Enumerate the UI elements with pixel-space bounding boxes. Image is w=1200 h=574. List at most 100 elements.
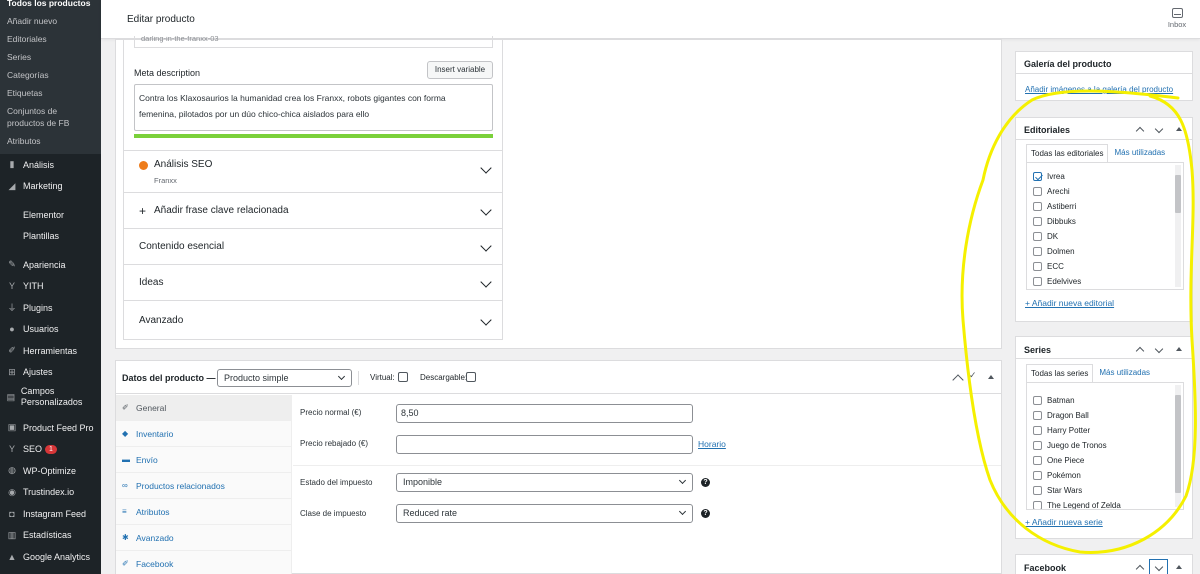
toggle-panel-icon[interactable] xyxy=(1176,127,1182,131)
series-option[interactable]: Harry Potter xyxy=(1027,423,1183,438)
sidebar-item-trustindex-io[interactable]: ◉ Trustindex.io xyxy=(0,482,101,504)
chevron-up-icon[interactable] xyxy=(1135,346,1145,356)
inbox-button[interactable]: Inbox xyxy=(1166,8,1188,29)
submenu-all-products[interactable]: Todos los productos xyxy=(0,0,101,12)
sidebar-item-ajustes[interactable]: ⊞ Ajustes xyxy=(0,362,101,384)
virtual-checkbox[interactable] xyxy=(398,372,408,382)
series-option[interactable]: Juego de Tronos xyxy=(1027,438,1183,453)
sidebar-item-apariencia[interactable]: ✎ Apariencia xyxy=(0,254,101,276)
series-option[interactable]: Batman xyxy=(1027,393,1183,408)
related-keyphrase-section[interactable]: + Añadir frase clave relacionada xyxy=(124,192,502,228)
advanced-section[interactable]: Avanzado xyxy=(124,300,502,340)
insert-variable-button[interactable]: Insert variable xyxy=(427,61,493,79)
checkbox[interactable] xyxy=(1033,396,1042,405)
add-series-link[interactable]: + Añadir nueva serie xyxy=(1025,517,1103,527)
tax-class-select[interactable]: Reduced rate xyxy=(396,504,693,523)
tab-avanzado[interactable]: ✱ Avanzado xyxy=(116,525,291,551)
sidebar-item-plugins[interactable]: ⏚ Plugins xyxy=(0,297,101,319)
product-type-select[interactable]: Producto simple xyxy=(217,369,352,387)
editoriales-option[interactable]: Dolmen xyxy=(1027,244,1183,259)
editoriales-option[interactable]: Arechi xyxy=(1027,184,1183,199)
checkbox[interactable] xyxy=(1033,277,1042,286)
tab-general[interactable]: ✐ General xyxy=(116,395,291,421)
sidebar-item-wp-optimize[interactable]: ◍ WP-Optimize xyxy=(0,460,101,482)
series-option[interactable]: Star Wars xyxy=(1027,483,1183,498)
checkbox[interactable] xyxy=(1033,471,1042,480)
submenu-editoriales[interactable]: Editoriales xyxy=(0,30,101,48)
sidebar-item-product-feed-pro[interactable]: ▣ Product Feed Pro xyxy=(0,417,101,439)
regular-price-input[interactable]: 8,50 xyxy=(396,404,693,423)
sidebar-item-marketing[interactable]: ◢ Marketing xyxy=(0,176,101,198)
checkbox[interactable] xyxy=(1033,501,1042,509)
submenu-add-new[interactable]: Añadir nuevo xyxy=(0,12,101,30)
tab-env-o[interactable]: ▬ Envío xyxy=(116,447,291,473)
editoriales-option[interactable]: Dibbuks xyxy=(1027,214,1183,229)
sidebar-item-plantillas[interactable]: Plantillas xyxy=(0,226,101,248)
tax-status-select[interactable]: Imponible xyxy=(396,473,693,492)
sidebar-item-estad-sticas[interactable]: ▥ Estadísticas xyxy=(0,525,101,547)
submenu-categories[interactable]: Categorías xyxy=(0,66,101,84)
downloadable-checkbox[interactable] xyxy=(466,372,476,382)
checkbox[interactable] xyxy=(1033,456,1042,465)
tab-most-used-series[interactable]: Más utilizadas xyxy=(1093,364,1156,382)
sidebar-item-usuarios[interactable]: ● Usuarios xyxy=(0,319,101,341)
checkbox[interactable] xyxy=(1033,426,1042,435)
sidebar-item-google-analytics[interactable]: ▲ Google Analytics xyxy=(0,546,101,568)
check-icon[interactable]: ✓ xyxy=(969,370,977,381)
meta-description-input[interactable]: Contra los Klaxosaurios la humanidad cre… xyxy=(134,84,493,131)
checkbox[interactable] xyxy=(1033,232,1042,241)
tab-atributos[interactable]: ≡ Atributos xyxy=(116,499,291,525)
editoriales-option[interactable]: DK xyxy=(1027,229,1183,244)
chevron-up-icon[interactable] xyxy=(952,374,964,386)
toggle-panel-icon[interactable] xyxy=(1176,347,1182,351)
scrollbar[interactable] xyxy=(1175,165,1181,287)
add-editorial-link[interactable]: + Añadir nueva editorial xyxy=(1025,298,1114,308)
editoriales-option[interactable]: Ivrea xyxy=(1027,169,1183,184)
tab-facebook[interactable]: ✐ Facebook xyxy=(116,551,291,574)
sidebar-item-an-lisis[interactable]: ▮ Análisis xyxy=(0,154,101,176)
ideas-section[interactable]: Ideas xyxy=(124,264,502,300)
tab-all-series[interactable]: Todas las series xyxy=(1026,364,1094,382)
editoriales-option[interactable]: ECC xyxy=(1027,259,1183,274)
chevron-down-icon[interactable] xyxy=(1154,124,1164,134)
submenu-tags[interactable]: Etiquetas xyxy=(0,84,101,102)
tab-all-editoriales[interactable]: Todas las editoriales xyxy=(1026,144,1109,162)
checkbox[interactable] xyxy=(1033,187,1042,196)
sidebar-item-seo[interactable]: Y SEO 1 xyxy=(0,439,101,461)
checkbox[interactable] xyxy=(1033,202,1042,211)
submenu-series[interactable]: Series xyxy=(0,48,101,66)
sidebar-item-elementor[interactable]: Elementor xyxy=(0,204,101,226)
sale-price-input[interactable] xyxy=(396,435,693,454)
checkbox[interactable] xyxy=(1033,262,1042,271)
sidebar-item-herramientas[interactable]: ✐ Herramientas xyxy=(0,340,101,362)
slug-field[interactable]: darling-in-the-franxx-03 xyxy=(134,36,493,48)
submenu-attributes[interactable]: Atributos xyxy=(0,132,101,150)
toggle-panel-icon[interactable] xyxy=(1176,565,1182,569)
tab-most-used-editoriales[interactable]: Más utilizadas xyxy=(1108,144,1171,162)
tab-productos-relacionados[interactable]: ∞ Productos relacionados xyxy=(116,473,291,499)
checkbox[interactable] xyxy=(1033,441,1042,450)
toggle-panel-icon[interactable] xyxy=(988,375,994,379)
checkbox[interactable] xyxy=(1033,217,1042,226)
sidebar-item-instagram-feed[interactable]: ◘ Instagram Feed xyxy=(0,503,101,525)
help-icon[interactable]: ? xyxy=(701,478,710,487)
help-icon[interactable]: ? xyxy=(701,509,710,518)
submenu-fb-product-sets[interactable]: Conjuntos de productos de FB xyxy=(0,102,101,132)
sidebar-item-yith[interactable]: Y YITH xyxy=(0,276,101,298)
chevron-down-icon[interactable] xyxy=(1154,344,1164,354)
chevron-up-icon[interactable] xyxy=(1135,126,1145,136)
checkbox[interactable] xyxy=(1033,486,1042,495)
checkbox[interactable] xyxy=(1033,411,1042,420)
editoriales-option[interactable]: Astiberri xyxy=(1027,199,1183,214)
schedule-link[interactable]: Horario xyxy=(698,439,726,449)
series-option[interactable]: The Legend of Zelda xyxy=(1027,498,1183,509)
editoriales-option[interactable]: Edelvives xyxy=(1027,274,1183,289)
scrollbar-thumb[interactable] xyxy=(1175,175,1181,213)
scrollbar-thumb[interactable] xyxy=(1175,395,1181,493)
seo-analysis-section[interactable]: Análisis SEO Franxx xyxy=(124,150,502,192)
tab-inventario[interactable]: ◆ Inventario xyxy=(116,421,291,447)
checkbox-checked[interactable] xyxy=(1033,172,1042,181)
cornerstone-section[interactable]: Contenido esencial xyxy=(124,228,502,264)
series-option[interactable]: Dragon Ball xyxy=(1027,408,1183,423)
series-option[interactable]: One Piece xyxy=(1027,453,1183,468)
